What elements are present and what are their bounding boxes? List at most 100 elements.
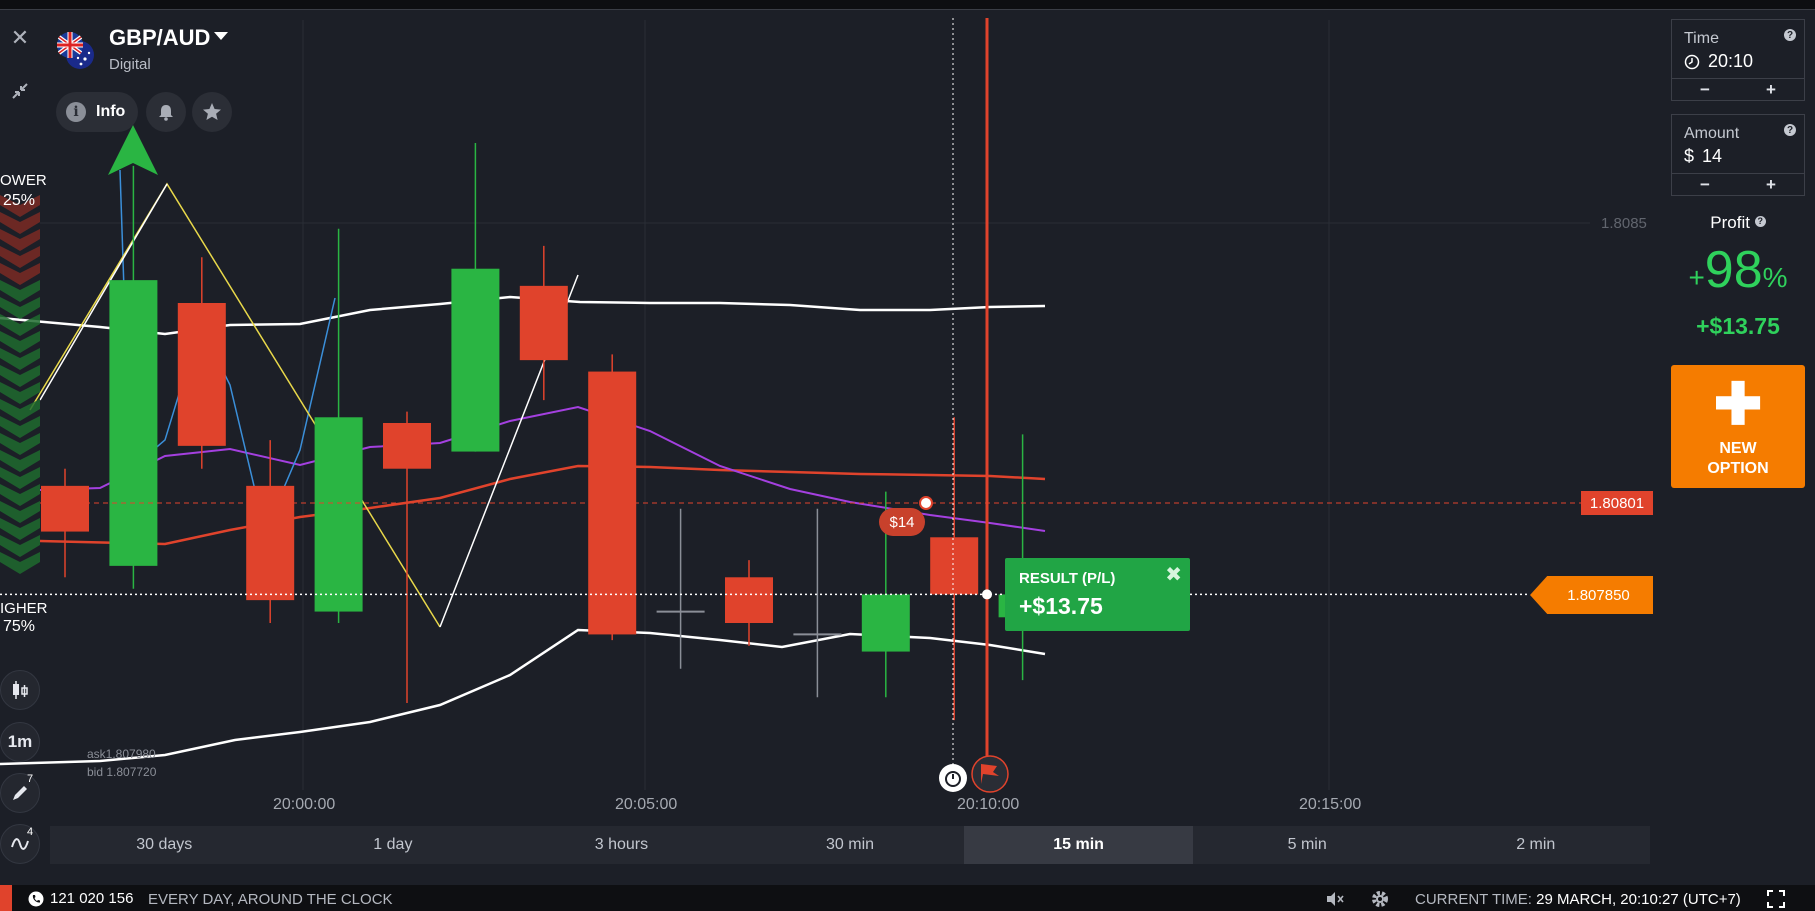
time-axis-label: 20:00:00 (273, 796, 336, 813)
info-button[interactable]: i Info (56, 92, 138, 132)
bid-price: bid 1.807720 (87, 765, 157, 779)
time-selector[interactable]: Time ? 20:10 − + (1671, 19, 1805, 101)
currency-symbol: $ (1684, 146, 1695, 166)
chart-grid (40, 20, 1590, 790)
time-minus-button[interactable]: − (1672, 79, 1738, 100)
candle-body (725, 577, 773, 623)
sentiment-higher-label: IGHER (0, 600, 48, 617)
info-label: Info (96, 103, 126, 120)
favorite-button[interactable] (192, 92, 232, 132)
timeframe-tabs: 30 days 1 day 3 hours 30 min 15 min 5 mi… (50, 826, 1650, 864)
ask-price: ask1.807980 (87, 747, 156, 761)
profit-label: Profit ? (1671, 213, 1805, 233)
sentiment-lower-pct: 25% (3, 192, 36, 209)
gear-icon[interactable] (1371, 890, 1389, 908)
bell-icon (159, 105, 173, 121)
sentiment-bar (0, 195, 40, 574)
candle-body (109, 280, 158, 566)
help-icon[interactable]: ? (1784, 29, 1796, 41)
trading-app: OWER 25% IGHER 75% ✕ 1m 7 4 GBP/AUD Digi… (0, 0, 1815, 911)
chart-overlays (0, 18, 1581, 793)
price-level-label: 1.8085 (1601, 215, 1647, 232)
tab-30-days[interactable]: 30 days (50, 826, 279, 864)
current-time: CURRENT TIME: 29 MARCH, 20:10:27 (UTC+7) (1415, 890, 1741, 908)
candle-body (383, 423, 431, 469)
footer-right: CURRENT TIME: 29 MARCH, 20:10:27 (UTC+7) (1325, 890, 1785, 908)
time-axis-label: 20:10:00 (957, 796, 1020, 813)
amount-stepper: − + (1672, 173, 1804, 195)
tab-2-min[interactable]: 2 min (1421, 826, 1650, 864)
candle-body (177, 303, 226, 446)
new-option-label: NEW OPTION (1707, 440, 1769, 477)
fullscreen-icon[interactable] (1766, 890, 1785, 908)
time-plus-button[interactable]: + (1738, 79, 1804, 100)
sentiment-lower-label: OWER (0, 172, 47, 189)
mute-icon[interactable] (1325, 891, 1345, 907)
phone-icon (28, 891, 44, 906)
tab-15-min[interactable]: 15 min (964, 826, 1193, 864)
pencil-icon (13, 786, 27, 800)
tab-5-min[interactable]: 5 min (1193, 826, 1422, 864)
amount-label: Amount (1684, 125, 1740, 142)
stopwatch-icon (939, 764, 967, 792)
drawing-tools-button[interactable] (0, 773, 40, 813)
result-title: RESULT (P/L) (1019, 570, 1116, 587)
chevron-down-icon[interactable] (214, 32, 228, 40)
tab-1-day[interactable]: 1 day (279, 826, 508, 864)
footer: 121 020 156 EVERY DAY, AROUND THE CLOCK … (0, 885, 1815, 911)
plus-icon: ✚ (1713, 372, 1763, 437)
candles (41, 143, 1047, 721)
amount-value: 14 (1702, 146, 1723, 166)
current-price-tag: 1.807850 (1530, 576, 1653, 614)
time-axis-label: 20:15:00 (1299, 796, 1362, 813)
trade-amount-bubble[interactable]: $14 (879, 508, 925, 536)
indicators-count-badge: 4 (27, 826, 34, 838)
indicators-button[interactable] (0, 824, 40, 864)
tab-3-hours[interactable]: 3 hours (507, 826, 736, 864)
price-chart[interactable] (0, 10, 1670, 820)
profit-percent: +98% (1688, 241, 1788, 299)
result-value: +$13.75 (1019, 593, 1103, 619)
time-value: 20:10 (1708, 51, 1754, 71)
time-axis-label: 20:05:00 (615, 796, 678, 813)
candle-body (451, 268, 500, 452)
result-popup: RESULT (P/L) +$13.75 ✖ (1005, 558, 1190, 631)
close-icon[interactable]: ✖ (1165, 562, 1182, 587)
asset-name[interactable]: GBP/AUD (109, 25, 210, 51)
close-icon[interactable]: ✕ (0, 16, 40, 60)
drawings-count-badge: 7 (27, 773, 34, 785)
timeframe-button[interactable]: 1m (0, 722, 40, 762)
candle-body (861, 594, 910, 652)
profit-amount: +$13.75 (1696, 313, 1780, 339)
top-border (0, 0, 1815, 10)
star-icon (203, 103, 221, 120)
asset-type: Digital (109, 56, 151, 73)
footer-accent (0, 885, 12, 911)
chart-type-button[interactable] (0, 670, 40, 710)
time-stepper: − + (1672, 78, 1804, 100)
new-option-button[interactable]: ✚ NEW OPTION (1671, 365, 1805, 488)
strike-price-tag: 1.80801 (1581, 491, 1653, 515)
info-icon: i (66, 102, 86, 122)
alerts-button[interactable] (146, 92, 186, 132)
amount-value-row[interactable]: $ 14 (1684, 146, 1722, 167)
support-phone[interactable]: 121 020 156 (28, 890, 133, 907)
candle-body (314, 417, 363, 612)
candlestick-icon (13, 681, 28, 699)
gbp-aud-flag-icon (57, 32, 94, 69)
amount-minus-button[interactable]: − (1672, 174, 1738, 195)
amount-selector[interactable]: Amount ? $ 14 − + (1671, 114, 1805, 196)
current-price-dot (982, 589, 992, 600)
time-value-row[interactable]: 20:10 (1684, 51, 1753, 72)
help-icon[interactable]: ? (1784, 124, 1796, 136)
support-slogan: EVERY DAY, AROUND THE CLOCK (148, 891, 393, 908)
help-icon[interactable]: ? (1754, 216, 1766, 227)
candle-body (519, 285, 568, 361)
finish-flag-icon (971, 755, 1009, 793)
tab-30-min[interactable]: 30 min (736, 826, 965, 864)
entry-point-marker (919, 496, 933, 510)
time-label: Time (1684, 30, 1719, 47)
candle-body (930, 537, 979, 595)
collapse-icon[interactable] (0, 69, 40, 113)
amount-plus-button[interactable]: + (1738, 174, 1804, 195)
